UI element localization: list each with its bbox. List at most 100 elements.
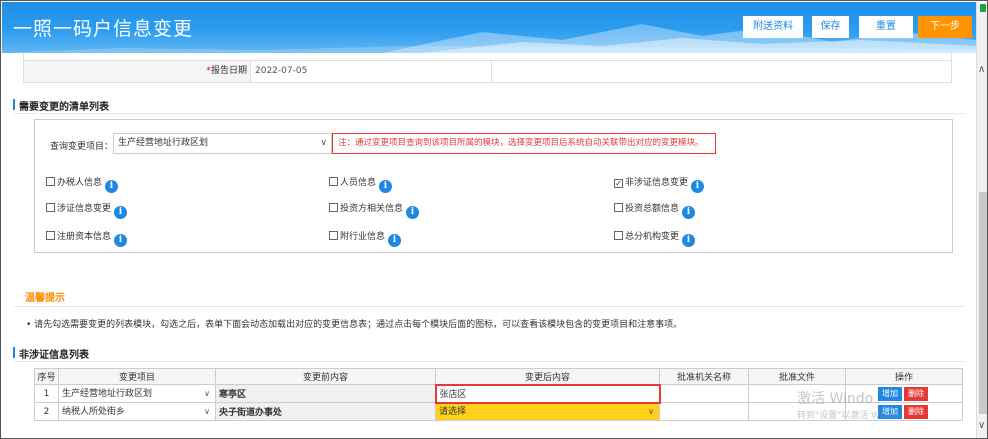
main-content: *报告日期 2022-07-05 需要变更的清单列表 查询变更项目： 生产经营地… xyxy=(2,53,976,438)
module-checkbox-label: 注册资本信息 xyxy=(57,232,112,242)
change-item-value: 生产经营地址行政区划 xyxy=(62,388,153,399)
info-icon[interactable]: i xyxy=(105,180,119,193)
query-select-value: 生产经营地址行政区划 xyxy=(118,138,209,148)
row-actions: 增加 删除 xyxy=(845,402,963,421)
change-list-section-title: 需要变更的清单列表 xyxy=(13,98,109,113)
divider xyxy=(14,113,964,114)
column-header: 变更项目 xyxy=(58,368,216,385)
reset-button[interactable]: 重置 xyxy=(859,16,913,38)
tips-text: • 请先勾选需要变更的列表模块，勾选之后，表单下面会动态加载出对应的变更信息表；… xyxy=(26,320,683,330)
module-checkbox[interactable]: 注册资本信息 i xyxy=(46,230,128,247)
module-checkbox-label: 办税人信息 xyxy=(57,178,103,188)
module-checkbox-label: 投资方相关信息 xyxy=(340,204,404,214)
checkbox-unchecked[interactable] xyxy=(614,231,623,240)
before-content: 寒亭区 xyxy=(215,384,436,403)
change-item-select[interactable]: 生产经营地址行政区划 ∨ xyxy=(58,384,216,403)
app-window: 一照一码户信息变更 附送资料 保存 重置 下一步 ∧ ∨ *报告日期 2022-… xyxy=(0,0,988,439)
checkbox-unchecked[interactable] xyxy=(329,203,338,212)
report-date-row: *报告日期 2022-07-05 xyxy=(23,61,952,83)
column-header: 序号 xyxy=(34,368,59,385)
module-checkbox[interactable]: 附行业信息 i xyxy=(329,230,402,247)
info-icon[interactable]: i xyxy=(379,180,393,193)
info-icon[interactable]: i xyxy=(682,206,696,219)
after-content-input[interactable]: 张店区 xyxy=(434,383,661,404)
info-icon[interactable]: i xyxy=(691,180,705,193)
save-button[interactable]: 保存 xyxy=(812,16,849,38)
module-checkbox-label: 投资总额信息 xyxy=(625,204,680,214)
row-number: 2 xyxy=(34,402,59,421)
module-checkbox-label: 非涉证信息变更 xyxy=(625,178,689,188)
row-number: 1 xyxy=(34,384,59,403)
module-checkbox[interactable]: 投资总额信息 i xyxy=(614,202,696,219)
chevron-down-icon: ∨ xyxy=(648,406,654,416)
row-actions: 增加 删除 xyxy=(845,384,963,403)
add-row-button[interactable]: 增加 xyxy=(878,404,902,419)
info-icon[interactable]: i xyxy=(114,234,128,247)
module-checkbox[interactable]: 涉证信息变更 i xyxy=(46,202,128,219)
approval-doc-input[interactable] xyxy=(748,384,846,403)
report-date-value: 2022-07-05 xyxy=(255,66,308,76)
checkbox-unchecked[interactable] xyxy=(46,203,55,212)
next-step-button[interactable]: 下一步 xyxy=(918,16,972,38)
checkbox-unchecked[interactable] xyxy=(329,177,338,186)
query-note: 注：通过变更项目查询到该项目所属的模块，选择变更项目后系统自动关联带出对应的变更… xyxy=(332,133,716,154)
page-title: 一照一码户信息变更 xyxy=(13,18,194,40)
after-select-placeholder: 请选择 xyxy=(439,406,467,417)
table-header-row: 序号 变更项目 变更前内容 变更后内容 批准机关名称 批准文件 操作 xyxy=(34,368,963,385)
info-icon[interactable]: i xyxy=(682,234,696,247)
checkbox-checked[interactable]: ✓ xyxy=(614,179,623,188)
module-checkbox[interactable]: ✓ 非涉证信息变更 i xyxy=(614,176,705,193)
column-header: 批准文件 xyxy=(748,368,846,385)
checkbox-unchecked[interactable] xyxy=(46,177,55,186)
approver-input[interactable] xyxy=(659,402,749,421)
tips-title: 温馨提示 xyxy=(25,293,65,304)
info-icon[interactable]: i xyxy=(114,206,128,219)
approver-input[interactable] xyxy=(659,384,749,403)
report-date-label-text: 报告日期 xyxy=(210,66,247,76)
delete-row-button[interactable]: 删除 xyxy=(904,404,928,419)
module-checkbox[interactable]: 总分机构变更 i xyxy=(614,230,696,247)
table-row: 2 纳税人所处街乡 ∨ 央子街道办事处 请选择 ∨ 增加 删除 xyxy=(34,402,963,421)
scrollbar-thumb[interactable] xyxy=(979,192,987,414)
column-header: 批准机关名称 xyxy=(659,368,749,385)
change-item-value: 纳税人所处街乡 xyxy=(62,406,126,417)
module-checkbox-label: 涉证信息变更 xyxy=(57,204,112,214)
module-checkbox[interactable]: 办税人信息 i xyxy=(46,176,119,193)
info-icon[interactable]: i xyxy=(388,234,402,247)
query-label: 查询变更项目： xyxy=(50,142,114,152)
delete-row-button[interactable]: 删除 xyxy=(904,386,928,401)
scrollbar-top-marker xyxy=(980,4,986,12)
table-row: 1 生产经营地址行政区划 ∨ 寒亭区 张店区 增加 删除 xyxy=(34,383,963,404)
cell-divider xyxy=(491,61,492,82)
form-row-partial xyxy=(23,53,952,61)
vertical-scrollbar[interactable]: ∧ ∨ xyxy=(976,2,987,438)
info-icon[interactable]: i xyxy=(406,206,420,219)
chevron-down-icon: ∨ xyxy=(204,406,210,416)
column-header: 变更后内容 xyxy=(435,368,660,385)
approval-doc-input[interactable] xyxy=(748,402,846,421)
non-cert-section-title: 非涉证信息列表 xyxy=(13,346,89,361)
attach-materials-button[interactable]: 附送资料 xyxy=(743,16,803,38)
divider xyxy=(14,361,964,362)
module-checkbox[interactable]: 投资方相关信息 i xyxy=(329,202,420,219)
change-item-select[interactable]: 纳税人所处街乡 ∨ xyxy=(58,402,216,421)
chevron-down-icon: ∨ xyxy=(204,388,210,398)
before-content: 央子街道办事处 xyxy=(215,402,436,421)
checkbox-unchecked[interactable] xyxy=(614,203,623,212)
add-row-button[interactable]: 增加 xyxy=(878,386,902,401)
module-checkbox[interactable]: 人员信息 i xyxy=(329,176,393,193)
module-checkbox-label: 人员信息 xyxy=(340,178,377,188)
page-header: 一照一码户信息变更 附送资料 保存 重置 下一步 xyxy=(2,2,976,53)
chevron-down-icon: ∨ xyxy=(320,138,327,148)
module-checkbox-label: 总分机构变更 xyxy=(625,232,680,242)
scroll-down-icon[interactable]: ∨ xyxy=(978,420,985,431)
module-checkbox-label: 附行业信息 xyxy=(340,232,386,242)
divider xyxy=(14,306,964,307)
column-header: 操作 xyxy=(845,368,963,385)
after-content-select[interactable]: 请选择 ∨ xyxy=(435,402,660,421)
scroll-up-icon[interactable]: ∧ xyxy=(978,64,985,75)
checkbox-unchecked[interactable] xyxy=(329,231,338,240)
checkbox-unchecked[interactable] xyxy=(46,231,55,240)
query-change-item-select[interactable]: 生产经营地址行政区划 ∨ xyxy=(113,133,332,154)
report-date-label: *报告日期 xyxy=(24,61,251,82)
